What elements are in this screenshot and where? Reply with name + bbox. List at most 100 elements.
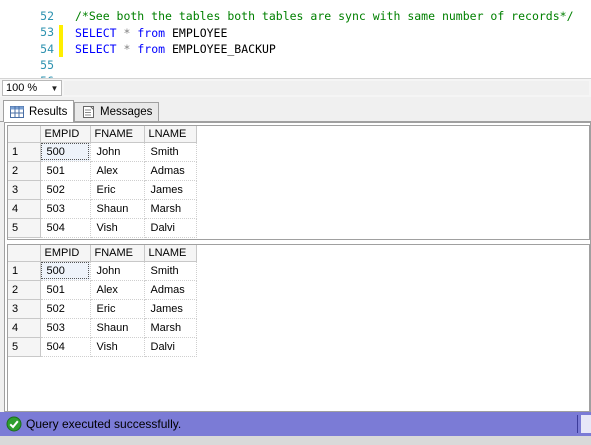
change-marker xyxy=(59,41,63,57)
row-number[interactable]: 3 xyxy=(8,180,41,200)
status-message: Query executed successfully. xyxy=(26,417,182,431)
column-header-lname[interactable]: LNAME xyxy=(144,126,197,143)
result-table: EMPID FNAME LNAME 1 500 John Smith 2 501 xyxy=(8,245,197,357)
results-pane: Results Messages EMPID FNAME LNAME 1 500… xyxy=(0,97,591,412)
cell-lname[interactable]: Admas xyxy=(144,280,197,300)
sql-keyword: SELECT xyxy=(75,42,117,56)
cell-fname[interactable]: John xyxy=(90,261,145,281)
table-row: 1 500 John Smith xyxy=(8,261,197,281)
row-number[interactable]: 5 xyxy=(8,337,41,357)
cell-empid[interactable]: 504 xyxy=(40,218,91,238)
cell-empid[interactable]: 500 xyxy=(40,261,91,281)
cell-empid[interactable]: 501 xyxy=(40,280,91,300)
status-server-panel xyxy=(581,415,591,433)
result-grid-employee[interactable]: EMPID FNAME LNAME 1 500 John Smith 2 501 xyxy=(7,125,590,240)
row-number[interactable]: 4 xyxy=(8,318,41,338)
cell-lname[interactable]: James xyxy=(144,180,197,200)
result-grid-employee-backup[interactable]: EMPID FNAME LNAME 1 500 John Smith 2 501 xyxy=(7,244,590,412)
row-header-corner[interactable] xyxy=(8,245,41,262)
cell-fname[interactable]: Eric xyxy=(90,299,145,319)
horizontal-scrollbar[interactable] xyxy=(64,81,589,95)
row-number[interactable]: 2 xyxy=(8,280,41,300)
cell-fname[interactable]: Vish xyxy=(90,218,145,238)
cell-lname[interactable]: Dalvi xyxy=(144,337,197,357)
cell-empid[interactable]: 502 xyxy=(40,180,91,200)
cell-lname[interactable]: Smith xyxy=(144,142,197,162)
table-row: 5 504 Vish Dalvi xyxy=(8,218,197,238)
query-status-bar: Query executed successfully. xyxy=(0,412,591,436)
table-row: 3 502 Eric James xyxy=(8,180,197,200)
table-row: 5 504 Vish Dalvi xyxy=(8,337,197,357)
results-grid-container: EMPID FNAME LNAME 1 500 John Smith 2 501 xyxy=(4,122,591,412)
row-number[interactable]: 3 xyxy=(8,299,41,319)
cell-empid[interactable]: 500 xyxy=(40,142,91,162)
row-number[interactable]: 1 xyxy=(8,142,41,162)
zoom-value: 100 % xyxy=(6,82,38,94)
sql-operator: * xyxy=(123,26,131,40)
cell-lname[interactable]: James xyxy=(144,299,197,319)
sql-table-name: EMPLOYEE_BACKUP xyxy=(172,42,276,56)
cell-lname[interactable]: Smith xyxy=(144,261,197,281)
zoom-dropdown[interactable]: 100 % ▼ xyxy=(2,80,62,96)
cell-fname[interactable]: Shaun xyxy=(90,318,145,338)
column-header-fname[interactable]: FNAME xyxy=(90,245,145,262)
sql-table-name: EMPLOYEE xyxy=(172,26,228,40)
table-row: 2 501 Alex Admas xyxy=(8,161,197,181)
row-number[interactable]: 4 xyxy=(8,199,41,219)
tab-messages[interactable]: Messages xyxy=(74,102,160,121)
tab-results[interactable]: Results xyxy=(3,100,75,122)
code-line-53: 53 /*See both the tables both tables are… xyxy=(0,8,591,39)
cell-fname[interactable]: John xyxy=(90,142,145,162)
row-number[interactable]: 2 xyxy=(8,161,41,181)
column-header-fname[interactable]: FNAME xyxy=(90,126,145,143)
sql-comment: /*See both the tables both tables are sy… xyxy=(75,9,574,23)
cell-empid[interactable]: 504 xyxy=(40,337,91,357)
cell-lname[interactable]: Dalvi xyxy=(144,218,197,238)
cell-lname[interactable]: Admas xyxy=(144,161,197,181)
sql-operator: * xyxy=(123,42,131,56)
row-header-corner[interactable] xyxy=(8,126,41,143)
code-line-52: 52 xyxy=(0,0,591,23)
results-tab-strip: Results Messages xyxy=(0,97,591,122)
cell-fname[interactable]: Alex xyxy=(90,280,145,300)
row-number[interactable]: 1 xyxy=(8,261,41,281)
editor-zoom-strip: 100 % ▼ xyxy=(0,78,591,97)
sql-keyword: SELECT xyxy=(75,26,117,40)
result-table: EMPID FNAME LNAME 1 500 John Smith 2 501 xyxy=(8,126,197,238)
sql-statement: SELECT * from EMPLOYEE xyxy=(75,25,227,41)
cell-empid[interactable]: 503 xyxy=(40,318,91,338)
header-row: EMPID FNAME LNAME xyxy=(8,126,197,143)
cell-empid[interactable]: 501 xyxy=(40,161,91,181)
cell-empid[interactable]: 502 xyxy=(40,299,91,319)
sql-keyword: from xyxy=(137,26,166,40)
bottom-strip xyxy=(0,436,591,445)
status-separator xyxy=(577,415,578,433)
cell-fname[interactable]: Alex xyxy=(90,161,145,181)
row-number[interactable]: 5 xyxy=(8,218,41,238)
table-row: 3 502 Eric James xyxy=(8,299,197,319)
tab-results-label: Results xyxy=(29,105,68,118)
table-row: 4 503 Shaun Marsh xyxy=(8,318,197,338)
cell-fname[interactable]: Eric xyxy=(90,180,145,200)
query-editor[interactable]: 52 53 /*See both the tables both tables … xyxy=(0,0,591,78)
cell-fname[interactable]: Shaun xyxy=(90,199,145,219)
tab-messages-label: Messages xyxy=(100,106,153,118)
cell-fname[interactable]: Vish xyxy=(90,337,145,357)
grid-icon xyxy=(10,105,24,118)
table-row: 2 501 Alex Admas xyxy=(8,280,197,300)
cell-lname[interactable]: Marsh xyxy=(144,318,197,338)
message-icon xyxy=(83,106,94,118)
cell-lname[interactable]: Marsh xyxy=(144,199,197,219)
check-circle-icon xyxy=(6,416,22,432)
table-row: 4 503 Shaun Marsh xyxy=(8,199,197,219)
column-header-empid[interactable]: EMPID xyxy=(40,126,91,143)
change-marker xyxy=(59,25,63,41)
column-header-empid[interactable]: EMPID xyxy=(40,245,91,262)
cell-empid[interactable]: 503 xyxy=(40,199,91,219)
code-line-56: 56 xyxy=(0,57,591,78)
header-row: EMPID FNAME LNAME xyxy=(8,245,197,262)
code-line-55: 55 SELECT * from EMPLOYEE_BACKUP xyxy=(0,41,591,72)
sql-keyword: from xyxy=(137,42,166,56)
column-header-lname[interactable]: LNAME xyxy=(144,245,197,262)
chevron-down-icon[interactable]: ▼ xyxy=(48,81,61,95)
